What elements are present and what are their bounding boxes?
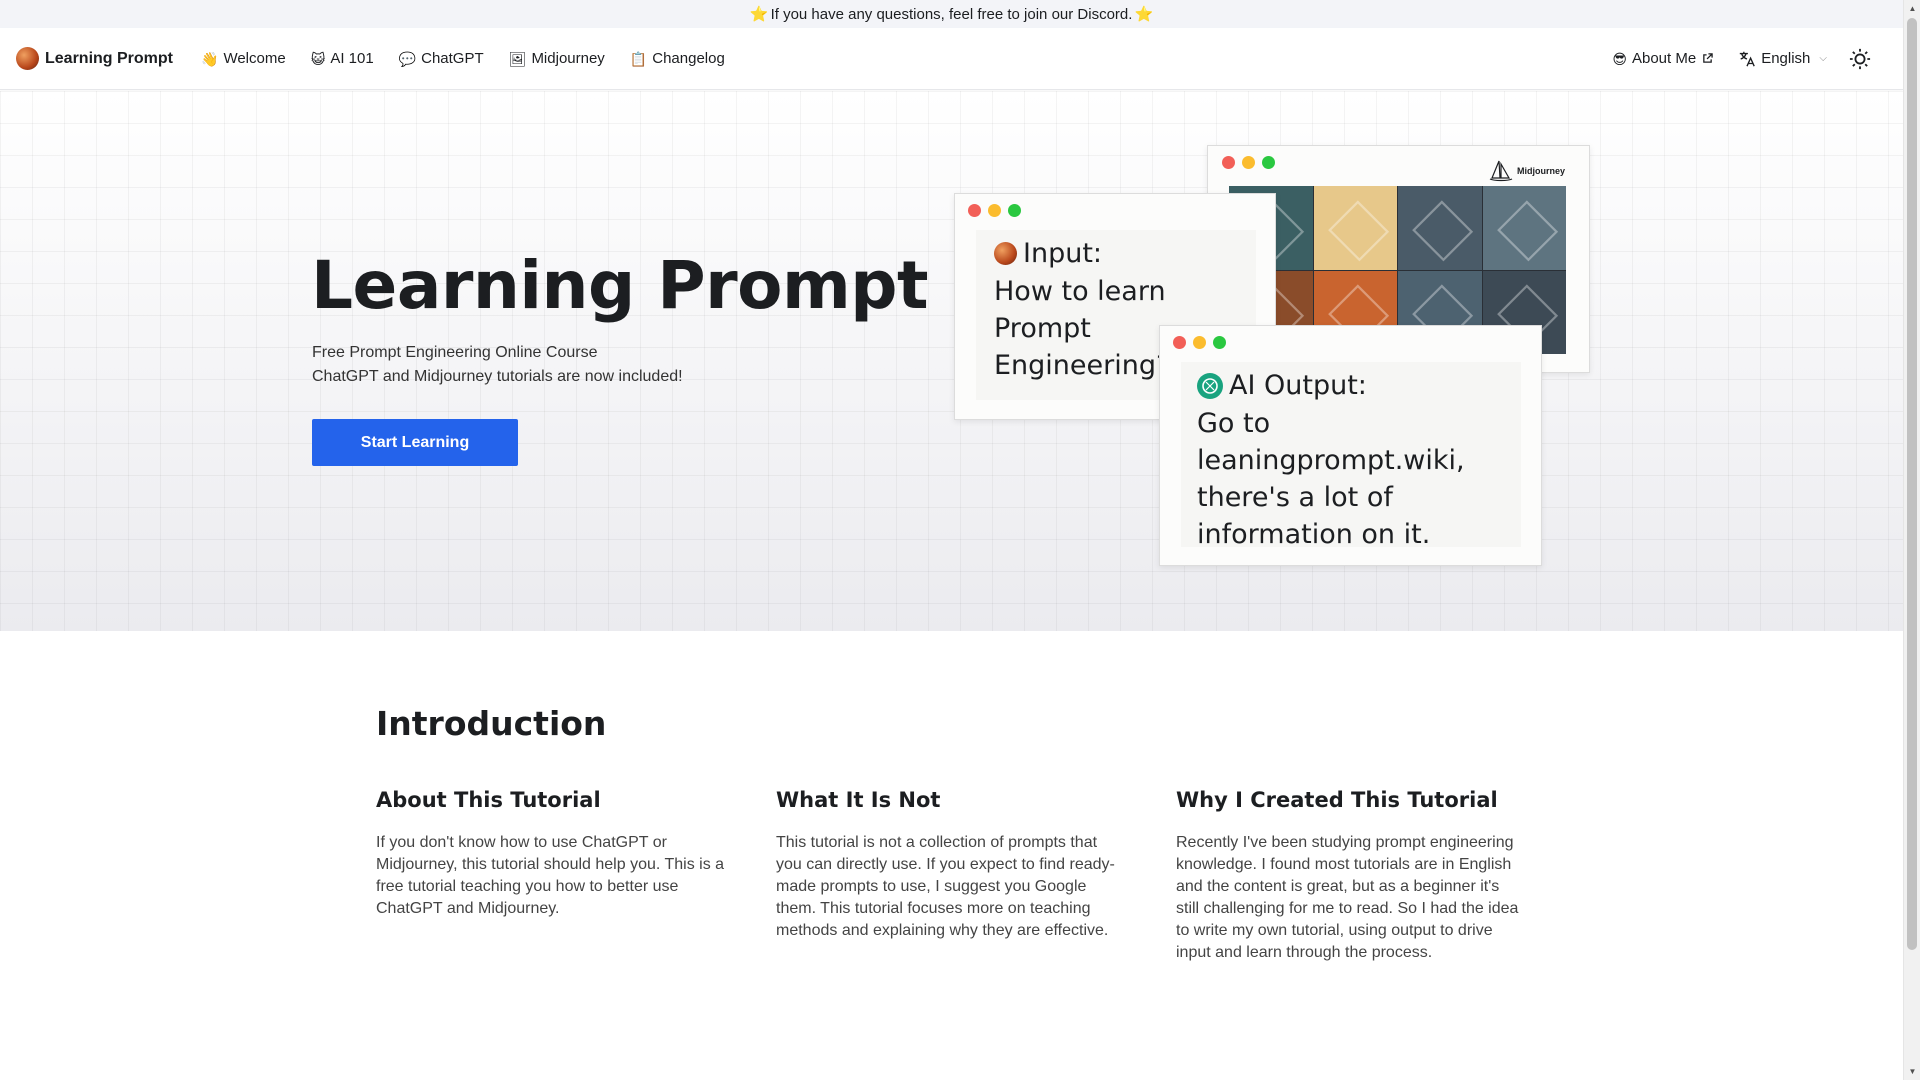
- intro-column: About This Tutorial If you don't know ho…: [376, 788, 726, 920]
- window-controls: [968, 204, 1021, 217]
- navbar-right: 😎 About Me English ⌵: [1612, 44, 1887, 74]
- nav-label: About Me: [1631, 50, 1697, 67]
- sunglasses-face-icon: 😎: [1612, 50, 1627, 67]
- scroll-down-arrow-icon[interactable]: ▼: [1904, 1063, 1920, 1080]
- hero-subtitle-line: Free Prompt Engineering Online Course: [312, 344, 598, 361]
- maximize-dot: [1008, 204, 1021, 217]
- brand-link[interactable]: Learning Prompt: [16, 47, 173, 70]
- nav-ai-101[interactable]: 😺 AI 101: [311, 50, 374, 67]
- nav-label: Midjourney: [531, 50, 605, 67]
- generated-image: [1482, 186, 1566, 270]
- nav-label: Changelog: [652, 50, 725, 67]
- hero-subtitle: Free Prompt Engineering Online Course Ch…: [312, 341, 683, 389]
- framed-picture-icon: 🖼: [508, 50, 527, 67]
- window-controls: [1173, 336, 1226, 349]
- input-label: Input:: [1023, 238, 1103, 269]
- introduction-section: Introduction: [376, 704, 606, 743]
- close-dot: [968, 204, 981, 217]
- column-text: If you don't know how to use ChatGPT or …: [376, 834, 725, 917]
- language-dropdown[interactable]: English ⌵: [1738, 50, 1827, 68]
- output-label: AI Output:: [1229, 370, 1367, 401]
- external-link-icon: [1703, 53, 1713, 63]
- scrollbar-thumb[interactable]: [1907, 18, 1917, 950]
- sun-icon: [1849, 48, 1871, 69]
- navbar: Learning Prompt 👋 Welcome 😺 AI 101 💬 Cha…: [0, 28, 1903, 90]
- close-dot: [1222, 156, 1235, 169]
- theme-toggle-button[interactable]: [1845, 44, 1875, 74]
- chevron-down-icon: ⌵: [1819, 53, 1827, 64]
- output-text: Go to leaningprompt.wiki, there's a lot …: [1197, 408, 1465, 550]
- column-text: This tutorial is not a collection of pro…: [776, 834, 1115, 939]
- nav-label: AI 101: [330, 50, 374, 67]
- translate-icon: [1740, 51, 1756, 66]
- speech-bubble-icon: 💬: [398, 50, 417, 67]
- nav-chatgpt[interactable]: 💬 ChatGPT: [399, 50, 484, 67]
- cat-face-icon: 😺: [310, 50, 326, 67]
- page-scrollbar[interactable]: ▲ ▼: [1903, 0, 1920, 1080]
- star-icon: ⭐: [1134, 6, 1154, 23]
- logo-icon: [16, 47, 39, 70]
- intro-column: What It Is Not This tutorial is not a co…: [776, 788, 1126, 942]
- minimize-dot: [988, 204, 1001, 217]
- scroll-up-arrow-icon[interactable]: ▲: [1904, 0, 1920, 17]
- output-card: AI Output: Go to leaningprompt.wiki, the…: [1159, 325, 1542, 566]
- minimize-dot: [1193, 336, 1206, 349]
- start-learning-button[interactable]: Start Learning: [312, 419, 518, 466]
- language-label: English: [1761, 50, 1811, 67]
- hero-subtitle-line: ChatGPT and Midjourney tutorials are now…: [312, 368, 683, 385]
- chatgpt-logo-icon: [1197, 372, 1223, 399]
- nav-label: Welcome: [223, 50, 286, 67]
- column-title: Why I Created This Tutorial: [1176, 788, 1498, 812]
- output-content: AI Output: Go to leaningprompt.wiki, the…: [1181, 362, 1521, 550]
- hero-title: Learning Prompt: [311, 247, 929, 324]
- nav-changelog[interactable]: 📋 Changelog: [630, 50, 725, 67]
- column-title: About This Tutorial: [376, 788, 601, 812]
- introduction-heading: Introduction: [376, 704, 607, 743]
- announcement-text[interactable]: If you have any questions, feel free to …: [771, 6, 1133, 23]
- intro-column: Why I Created This Tutorial Recently I'v…: [1176, 788, 1526, 964]
- minimize-dot: [1242, 156, 1255, 169]
- user-avatar-icon: [994, 242, 1017, 265]
- waving-hand-icon: 👋: [201, 50, 219, 67]
- star-icon: ⭐: [749, 6, 769, 23]
- brand-title: Learning Prompt: [45, 49, 174, 67]
- nav-about-me[interactable]: 😎 About Me: [1612, 50, 1713, 67]
- nav-midjourney[interactable]: 🖼 Midjourney: [509, 50, 605, 67]
- hero-section: Learning Prompt Free Prompt Engineering …: [0, 91, 1903, 631]
- sailboat-icon: [1489, 160, 1513, 182]
- generated-image: [1398, 186, 1482, 270]
- maximize-dot: [1262, 156, 1275, 169]
- midjourney-brand: Midjourney: [1489, 160, 1565, 182]
- announcement-bar: ⭐ If you have any questions, feel free t…: [0, 0, 1903, 28]
- midjourney-label: Midjourney: [1516, 166, 1565, 176]
- close-dot: [1173, 336, 1186, 349]
- nav-label: ChatGPT: [421, 50, 484, 67]
- maximize-dot: [1213, 336, 1226, 349]
- column-title: What It Is Not: [776, 788, 941, 812]
- window-controls: [1222, 156, 1275, 169]
- generated-image: [1313, 186, 1397, 270]
- column-text: Recently I've been studying prompt engin…: [1176, 834, 1519, 961]
- clipboard-icon: 📋: [629, 50, 648, 67]
- nav-welcome[interactable]: 👋 Welcome: [201, 50, 286, 67]
